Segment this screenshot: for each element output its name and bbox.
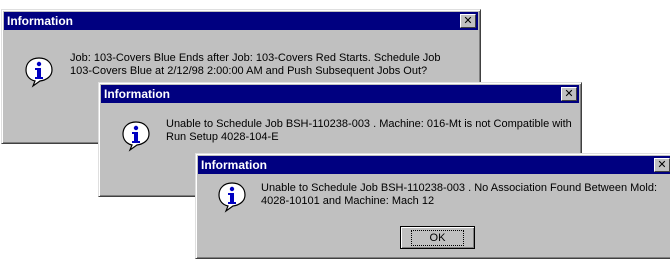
title-bar[interactable]: Information ✕	[4, 12, 478, 30]
close-button[interactable]: ✕	[561, 87, 577, 101]
message-line-1: Job: 103-Covers Blue Ends after Job: 103…	[70, 52, 441, 64]
message-line-1: Unable to Schedule Job BSH-110238-003 . …	[261, 182, 658, 194]
title-bar[interactable]: Information ✕	[198, 156, 670, 174]
info-icon	[122, 121, 150, 152]
message-line-2: Run Setup 4028-104-E	[166, 131, 279, 143]
information-dialog-3: Information ✕ Unable to Schedule Job BSH…	[195, 153, 670, 259]
info-icon	[218, 182, 246, 213]
dialog-title: Information	[7, 14, 73, 28]
message-line-1: Unable to Schedule Job BSH-110238-003 . …	[166, 118, 572, 130]
info-icon	[25, 57, 53, 88]
close-button[interactable]: ✕	[460, 14, 476, 28]
ok-button[interactable]: OK	[400, 226, 475, 249]
close-button[interactable]: ✕	[654, 158, 670, 172]
message-line-2: 4028-10101 and Machine: Mach 12	[261, 195, 435, 207]
dialog-title: Information	[104, 87, 170, 101]
dialog-title: Information	[201, 158, 267, 172]
ok-button-label: OK	[410, 229, 465, 246]
message-line-2: 103-Covers Blue at 2/12/98 2:00:00 AM an…	[70, 65, 428, 77]
title-bar[interactable]: Information ✕	[101, 85, 579, 103]
